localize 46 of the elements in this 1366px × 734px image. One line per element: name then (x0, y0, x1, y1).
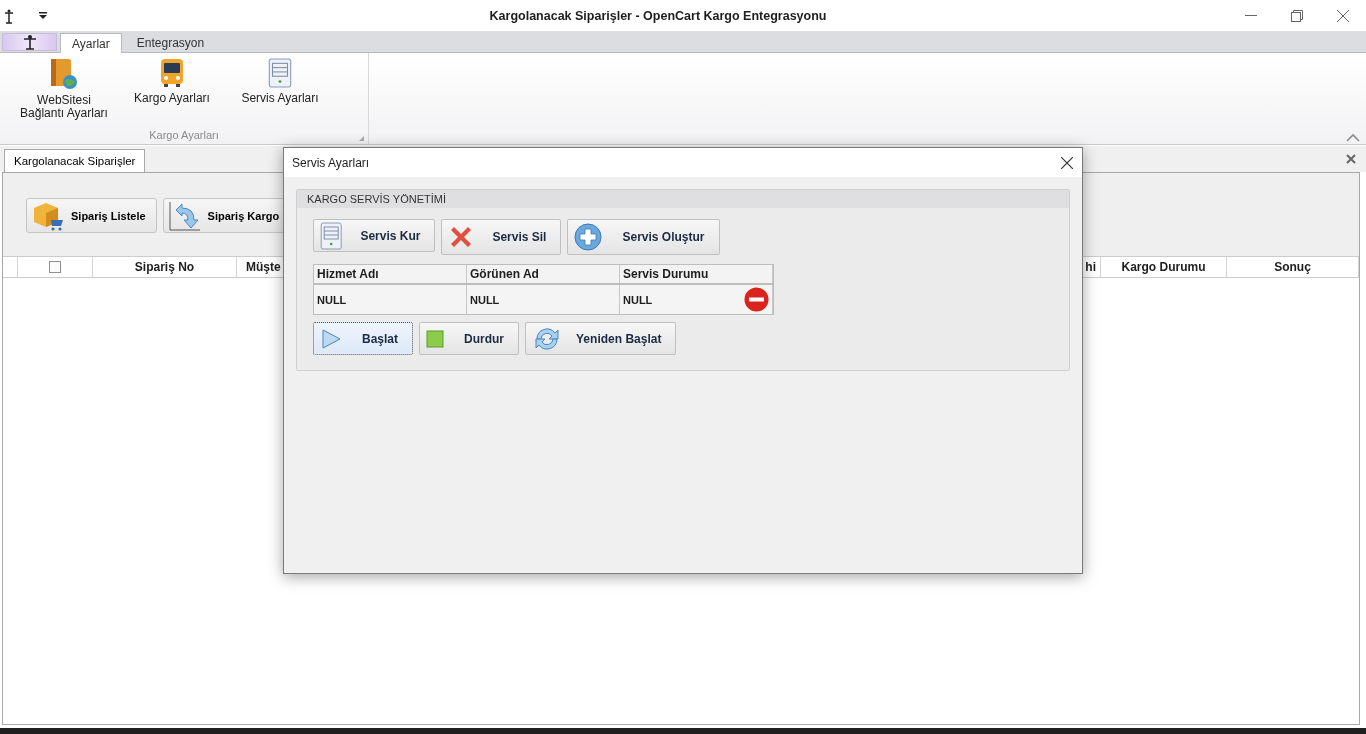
control-button[interactable]: Yeniden Başlat (525, 322, 677, 355)
table-cell: NULL (317, 293, 347, 306)
close-icon[interactable] (1061, 156, 1073, 169)
ribbon-button[interactable]: Kargo Ayarları (122, 58, 222, 129)
chevron-up-icon[interactable] (1346, 132, 1360, 142)
select-all-checkbox[interactable] (49, 261, 61, 273)
window-title: Kargolanacak Siparişler - OpenCart Kargo Entegrasyonu (488, 8, 828, 23)
minimize-icon[interactable] (1245, 14, 1257, 17)
curved-arrow-icon (167, 199, 202, 232)
ribbon-button[interactable]: Servis Ayarları (230, 58, 330, 129)
column-header: Hizmet Adı (317, 267, 379, 281)
ribbon-tab[interactable]: Entegrasyon (124, 32, 217, 52)
server-icon (268, 58, 292, 88)
figure-icon (22, 34, 37, 50)
control-button[interactable]: Durdur (419, 322, 520, 355)
ribbon-tab[interactable]: Ayarlar (60, 33, 122, 53)
document-tab[interactable]: Kargolanacak Siparişler (4, 149, 146, 172)
control-button[interactable]: Başlat (313, 322, 414, 355)
app-icon (4, 7, 14, 24)
ribbon-button[interactable]: WebSitesi Bağlantı Ayarları (14, 58, 114, 129)
table-cell: NULL (623, 293, 653, 306)
action-button[interactable]: Servis Sil (441, 219, 562, 255)
action-button[interactable]: Servis Kur (313, 219, 436, 252)
close-icon[interactable] (1346, 154, 1356, 164)
action-button[interactable]: Servis Oluştur (567, 219, 720, 255)
bus-icon (158, 58, 186, 88)
stop-icon (426, 329, 445, 348)
restore-icon[interactable] (1291, 9, 1303, 22)
toolbar-button[interactable]: Sipariş Listele (26, 198, 157, 233)
column-header: Sonuç (1227, 257, 1359, 277)
close-icon[interactable] (1337, 9, 1349, 22)
server-icon (320, 221, 343, 250)
column-header: Kargo Durumu (1101, 257, 1227, 277)
group-title: KARGO SERVİS YÖNETİMİ (307, 193, 446, 205)
play-icon (320, 327, 342, 350)
dropdown-icon[interactable] (38, 11, 48, 20)
book-globe-icon (49, 58, 79, 90)
column-header: Görünen Ad (470, 267, 539, 281)
table-cell: NULL (470, 293, 500, 306)
column-header: Servis Durumu (623, 267, 709, 281)
application-menu-button[interactable] (2, 33, 57, 51)
column-header: Müşte (245, 259, 282, 276)
add-icon (574, 223, 603, 251)
column-header: Sipariş No (93, 257, 237, 277)
group-label: Kargo Ayarları (149, 129, 219, 141)
dialog-title: Servis Ayarları (292, 155, 371, 170)
